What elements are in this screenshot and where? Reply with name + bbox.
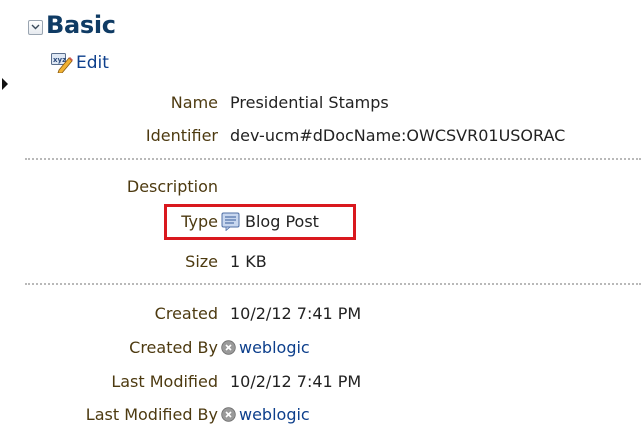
- edit-pencil-icon: xyz: [51, 53, 73, 73]
- field-label: Name: [170, 92, 218, 112]
- field-value: dev-ucm#dDocName:OWCSVR01USORAC: [230, 125, 566, 145]
- section-header-basic[interactable]: Basic: [28, 9, 116, 41]
- field-label: Description: [126, 176, 218, 196]
- section-divider: [25, 158, 641, 160]
- field-value-wrap: weblogic: [218, 338, 310, 357]
- edit-button[interactable]: xyz Edit: [51, 51, 109, 75]
- field-value: Blog Post: [245, 211, 319, 231]
- field-value: 10/2/12 7:41 PM: [230, 303, 362, 323]
- field-row-name: Name Presidential Stamps: [0, 89, 389, 115]
- field-row-last-modified-by: Last Modified By weblogic: [0, 401, 310, 427]
- edit-label: Edit: [76, 53, 109, 73]
- field-label: Last Modified By: [85, 404, 218, 424]
- properties-panel: Basic xyz Edit Name Presidential Stamps …: [0, 0, 641, 435]
- field-label: Last Modified: [111, 371, 218, 391]
- field-row-description: Description: [0, 173, 230, 199]
- user-link[interactable]: weblogic: [239, 405, 310, 424]
- field-label: Created By: [129, 337, 218, 357]
- field-row-size: Size 1 KB: [0, 248, 267, 274]
- chevron-down-icon[interactable]: [28, 19, 43, 35]
- field-value: 10/2/12 7:41 PM: [230, 371, 362, 391]
- blog-post-icon: [221, 212, 240, 231]
- section-divider: [25, 283, 641, 285]
- field-value-wrap: Blog Post: [221, 212, 319, 231]
- user-link[interactable]: weblogic: [239, 338, 310, 357]
- user-icon: [221, 406, 236, 422]
- field-value: 1 KB: [230, 251, 267, 271]
- field-row-created-by: Created By weblogic: [0, 334, 310, 360]
- field-value: Presidential Stamps: [230, 92, 389, 112]
- user-icon: [221, 339, 236, 355]
- field-row-type: Type Blog Post: [0, 208, 319, 234]
- field-label: Identifier: [145, 125, 218, 145]
- field-row-created: Created 10/2/12 7:41 PM: [0, 300, 362, 326]
- field-label: Created: [154, 303, 218, 323]
- field-row-identifier: Identifier dev-ucm#dDocName:OWCSVR01USOR…: [0, 122, 565, 148]
- field-row-last-modified: Last Modified 10/2/12 7:41 PM: [0, 368, 361, 394]
- field-label: Type: [181, 211, 218, 231]
- svg-text:xyz: xyz: [53, 56, 66, 64]
- field-label: Size: [185, 251, 218, 271]
- field-value-wrap: weblogic: [218, 405, 310, 424]
- section-title: Basic: [46, 11, 116, 39]
